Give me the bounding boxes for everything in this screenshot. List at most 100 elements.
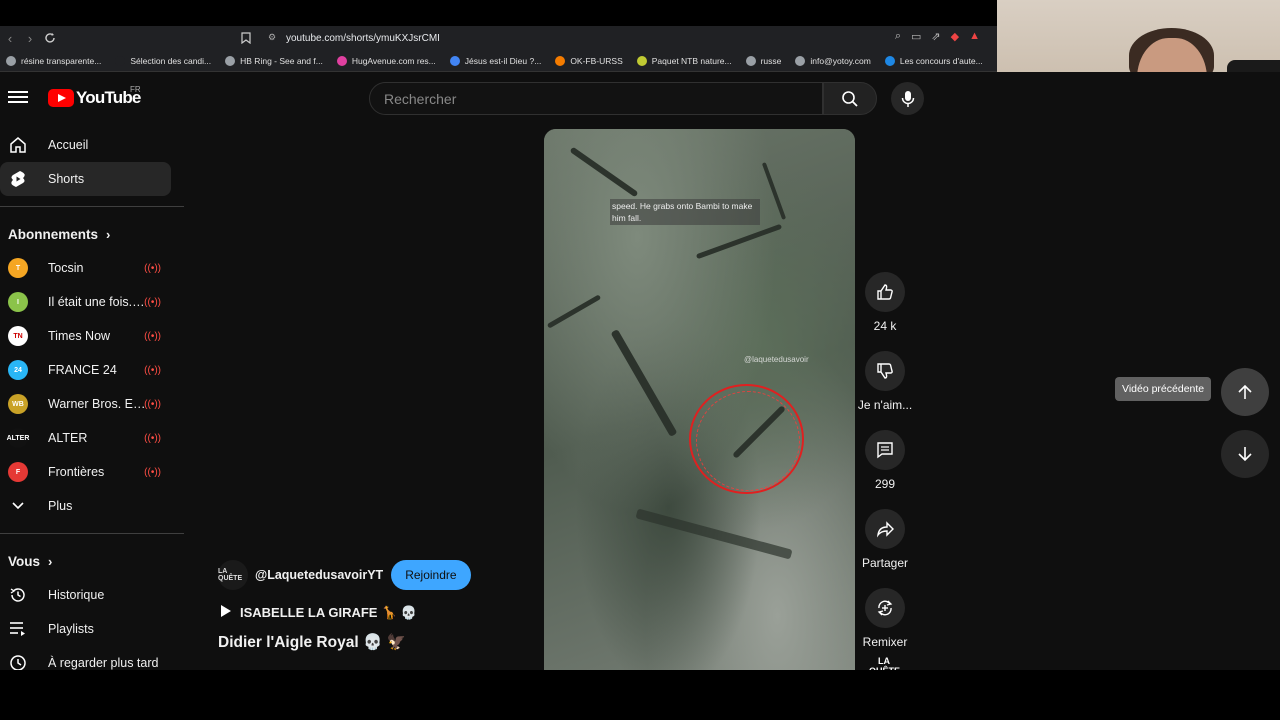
home-icon [8, 135, 28, 155]
sidebar-item-label: Tocsin [48, 261, 84, 275]
sidebar-subscription-item[interactable]: ALTER ALTER ((•)) [0, 421, 171, 455]
channel-name[interactable]: @LaquetedusavoirYT [255, 568, 383, 582]
sidebar-subscription-item[interactable]: T Tocsin ((•)) [0, 251, 171, 285]
play-icon [220, 604, 232, 621]
chevron-down-icon [8, 496, 28, 516]
voice-search-button[interactable] [891, 82, 924, 115]
shorts-actions: 24 k Je n'aim... 299 Partager Remixer [857, 272, 913, 667]
forward-icon[interactable]: › [20, 26, 40, 50]
remix-icon [877, 600, 893, 616]
youtube-logo[interactable]: YouTube FR [48, 85, 141, 108]
sidebar-item-label: Frontières [48, 465, 105, 479]
like-count: 24 k [873, 319, 897, 333]
sidebar-item-more[interactable]: Plus [0, 489, 171, 523]
search-button[interactable] [823, 82, 877, 115]
menu-icon[interactable] [8, 88, 28, 108]
video-title: Didier l'Aigle Royal 💀 🦅 [218, 634, 406, 651]
bookmark-item[interactable]: Paquet NTB nature... [636, 55, 732, 66]
arrow-up-icon [1238, 384, 1252, 399]
playlists-icon [8, 619, 28, 639]
live-indicator-icon: ((•)) [144, 330, 161, 342]
section-title: Abonnements [8, 226, 99, 242]
extension-icon[interactable]: ◆ [951, 30, 959, 43]
bookmark-item[interactable]: Les concours d'aute... [884, 55, 983, 66]
bookmark-item[interactable]: Sélection des candi... [115, 55, 212, 66]
channel-avatar: WB [8, 394, 28, 414]
dislike-label: Je n'aim... [857, 398, 913, 412]
sidebar-subscription-item[interactable]: 24 FRANCE 24 ((•)) [0, 353, 171, 387]
bookmark-favicon-icon [336, 55, 347, 66]
history-icon [8, 585, 28, 605]
channel-badge[interactable]: LA QUÊTE [869, 656, 900, 676]
bookmark-favicon-icon [6, 55, 16, 66]
sidebar-subscription-item[interactable]: I Il était une fois... ... ((•)) [0, 285, 171, 319]
channel-avatar: F [8, 462, 28, 482]
sidebar-item-shorts[interactable]: Shorts [0, 162, 171, 196]
bookmark-item[interactable]: OK-FB-URSS [555, 55, 623, 66]
remix-label: Remixer [862, 635, 908, 649]
channel-avatar: 24 [8, 360, 28, 380]
youtube-app: YouTube FR Rechercher Accueil Shorts Abo… [0, 72, 1280, 676]
next-video-button[interactable] [1221, 430, 1269, 478]
sidebar-subscription-item[interactable]: TN Times Now ((•)) [0, 319, 171, 353]
bookmark-favicon-icon [795, 55, 806, 66]
playlist-label: ISABELLE LA GIRAFE 🦒 💀 [240, 604, 418, 620]
site-info-icon[interactable]: ⚙ [268, 32, 276, 43]
live-indicator-icon: ((•)) [144, 262, 161, 274]
reload-icon[interactable] [40, 26, 60, 50]
back-icon[interactable]: ‹ [0, 26, 20, 50]
live-indicator-icon: ((•)) [144, 296, 161, 308]
arrow-down-icon [1238, 447, 1252, 462]
bookmark-label: Jésus est-il Dieu ?... [464, 55, 542, 66]
sidebar-item-history[interactable]: Historique [0, 578, 171, 612]
bookmark-item[interactable]: résine transparente... [6, 55, 101, 66]
sidebar-item-label: Playlists [48, 622, 94, 636]
bookmark-favicon-icon [636, 55, 647, 66]
bookmark-label: Les concours d'aute... [899, 55, 983, 66]
sidebar-item-label: Warner Bros. Ent... [48, 397, 148, 411]
playlist-link[interactable]: ISABELLE LA GIRAFE 🦒 💀 [218, 604, 538, 621]
short-video-player[interactable]: speed. He grabs onto Bambi to make him f… [544, 129, 855, 670]
bookmark-label: HugAvenue.com res... [351, 55, 436, 66]
bookmark-item[interactable]: info@yotoy.com [795, 55, 871, 66]
bookmark-label: Sélection des candi... [130, 55, 212, 66]
bookmarks-bar: résine transparente... Sélection des cand… [0, 50, 997, 72]
dislike-button[interactable] [865, 351, 905, 391]
bookmark-item[interactable]: russe [745, 55, 781, 66]
sidebar: Accueil Shorts Abonnements › T Tocsin ((•)… [0, 128, 184, 671]
bookmark-star-icon[interactable] [236, 26, 256, 50]
channel-avatar: TN [8, 326, 28, 346]
bookmark-favicon-icon [225, 55, 236, 66]
bookmark-item[interactable]: HugAvenue.com res... [336, 55, 436, 66]
address-bar[interactable]: ⚙ youtube.com/shorts/ymuKXJsrCMI ⌕ ▭ ⇗ ◆… [262, 28, 992, 48]
microphone-icon [901, 90, 914, 107]
share-page-icon[interactable]: ⇗ [931, 30, 940, 43]
url-text: youtube.com/shorts/ymuKXJsrCMI [286, 32, 440, 44]
remix-button[interactable] [865, 588, 905, 628]
chevron-right-icon: › [106, 226, 111, 242]
divider [0, 533, 184, 534]
share-button[interactable] [865, 509, 905, 549]
sidebar-item-label: FRANCE 24 [48, 363, 117, 377]
previous-video-button[interactable] [1221, 368, 1269, 416]
you-header[interactable]: Vous › [0, 544, 184, 578]
comments-button[interactable] [865, 430, 905, 470]
sidebar-subscription-item[interactable]: F Frontières ((•)) [0, 455, 171, 489]
channel-avatar[interactable]: LA QUÊTE [218, 560, 248, 590]
sidebar-subscription-item[interactable]: WB Warner Bros. Ent... ((•)) [0, 387, 171, 421]
join-button[interactable]: Rejoindre [391, 560, 471, 590]
sidebar-item-home[interactable]: Accueil [0, 128, 171, 162]
subscriptions-header[interactable]: Abonnements › [0, 217, 184, 251]
sidebar-item-playlists[interactable]: Playlists [0, 612, 171, 646]
bookmark-item[interactable]: Jésus est-il Dieu ?... [449, 55, 542, 66]
like-button[interactable] [865, 272, 905, 312]
channel-avatar: I [8, 292, 28, 312]
share-label: Partager [861, 556, 909, 570]
warning-icon[interactable]: ▲ [969, 30, 980, 43]
bookmark-label: info@yotoy.com [810, 55, 871, 66]
search-input[interactable]: Rechercher [369, 82, 823, 115]
bookmark-item[interactable]: HB Ring - See and f... [225, 55, 323, 66]
sidebar-item-label: Il était une fois... ... [48, 295, 148, 309]
cast-icon[interactable]: ▭ [911, 30, 921, 43]
zoom-icon[interactable]: ⌕ [895, 30, 901, 43]
